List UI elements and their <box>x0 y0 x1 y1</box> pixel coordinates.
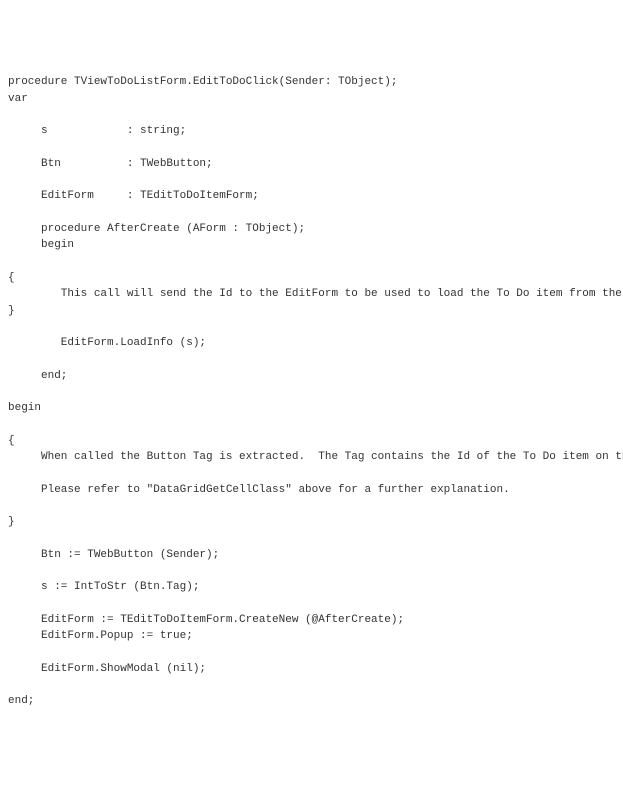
code-line <box>8 319 615 335</box>
code-line <box>8 531 615 547</box>
code-line: EditForm : TEditToDoItemForm; <box>8 188 615 205</box>
code-line: This call will send the Id to the EditFo… <box>8 286 615 303</box>
code-line: begin <box>8 400 615 417</box>
code-line: { <box>8 433 615 450</box>
code-line: EditForm.LoadInfo (s); <box>8 335 615 352</box>
code-line <box>8 645 615 661</box>
code-block: procedure TViewToDoListForm.EditToDoClic… <box>8 74 615 710</box>
code-line <box>8 352 615 368</box>
code-line: EditForm.Popup := true; <box>8 628 615 645</box>
code-line: s : string; <box>8 123 615 140</box>
code-line <box>8 172 615 188</box>
code-line <box>8 254 615 270</box>
code-line: { <box>8 270 615 287</box>
code-line: begin <box>8 237 615 254</box>
code-line <box>8 107 615 123</box>
code-line <box>8 498 615 514</box>
code-line: procedure TViewToDoListForm.EditToDoClic… <box>8 74 615 91</box>
code-line: end; <box>8 693 615 710</box>
code-line: s := IntToStr (Btn.Tag); <box>8 579 615 596</box>
code-line <box>8 417 615 433</box>
code-line: } <box>8 514 615 531</box>
code-line: Btn : TWebButton; <box>8 156 615 173</box>
code-line <box>8 596 615 612</box>
code-line: Please refer to "DataGridGetCellClass" a… <box>8 482 615 499</box>
code-line: Btn := TWebButton (Sender); <box>8 547 615 564</box>
code-line <box>8 205 615 221</box>
code-line: } <box>8 303 615 320</box>
code-line: When called the Button Tag is extracted.… <box>8 449 615 466</box>
code-line: var <box>8 91 615 108</box>
code-line: EditForm := TEditToDoItemForm.CreateNew … <box>8 612 615 629</box>
code-line <box>8 677 615 693</box>
code-line <box>8 466 615 482</box>
code-line: EditForm.ShowModal (nil); <box>8 661 615 678</box>
code-line <box>8 384 615 400</box>
code-line <box>8 563 615 579</box>
code-line: procedure AfterCreate (AForm : TObject); <box>8 221 615 238</box>
code-line <box>8 140 615 156</box>
code-line: end; <box>8 368 615 385</box>
